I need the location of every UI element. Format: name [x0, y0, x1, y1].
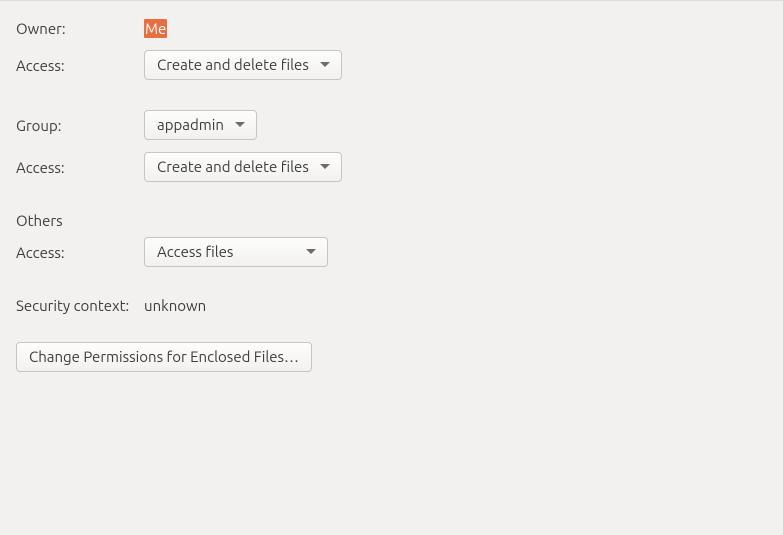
- security-context-label: Security context:: [16, 297, 144, 314]
- chevron-down-icon: [305, 249, 317, 255]
- others-heading: Others: [16, 212, 144, 229]
- others-heading-row: Others: [16, 212, 767, 229]
- security-context-value: unknown: [144, 297, 206, 314]
- group-access-value: Create and delete files: [157, 158, 309, 176]
- group-access-label: Access:: [16, 159, 144, 176]
- owner-access-dropdown[interactable]: Create and delete files: [144, 50, 342, 80]
- group-dropdown[interactable]: appadmin: [144, 110, 257, 140]
- others-access-dropdown[interactable]: Access files: [144, 237, 328, 267]
- change-enclosed-permissions-label: Change Permissions for Enclosed Files…: [29, 348, 299, 366]
- change-permissions-row: Change Permissions for Enclosed Files…: [16, 342, 767, 372]
- group-row: Group: appadmin: [16, 110, 767, 140]
- owner-access-value: Create and delete files: [157, 56, 309, 74]
- security-context-row: Security context: unknown: [16, 297, 767, 314]
- others-access-row: Access: Access files: [16, 237, 767, 267]
- owner-row: Owner: Me: [16, 19, 767, 38]
- owner-value-col: Me: [144, 19, 167, 38]
- owner-access-label: Access:: [16, 57, 144, 74]
- group-label: Group:: [16, 117, 144, 134]
- group-access-row: Access: Create and delete files: [16, 152, 767, 182]
- permissions-panel: Owner: Me Access: Create and delete file…: [0, 1, 783, 388]
- group-access-dropdown[interactable]: Create and delete files: [144, 152, 342, 182]
- change-enclosed-permissions-button[interactable]: Change Permissions for Enclosed Files…: [16, 342, 312, 372]
- owner-value: Me: [144, 19, 167, 38]
- group-value: appadmin: [157, 116, 224, 134]
- owner-label: Owner:: [16, 20, 144, 37]
- chevron-down-icon: [319, 164, 331, 170]
- chevron-down-icon: [319, 62, 331, 68]
- chevron-down-icon: [234, 122, 246, 128]
- others-access-label: Access:: [16, 244, 144, 261]
- others-access-value: Access files: [157, 243, 233, 261]
- owner-access-row: Access: Create and delete files: [16, 50, 767, 80]
